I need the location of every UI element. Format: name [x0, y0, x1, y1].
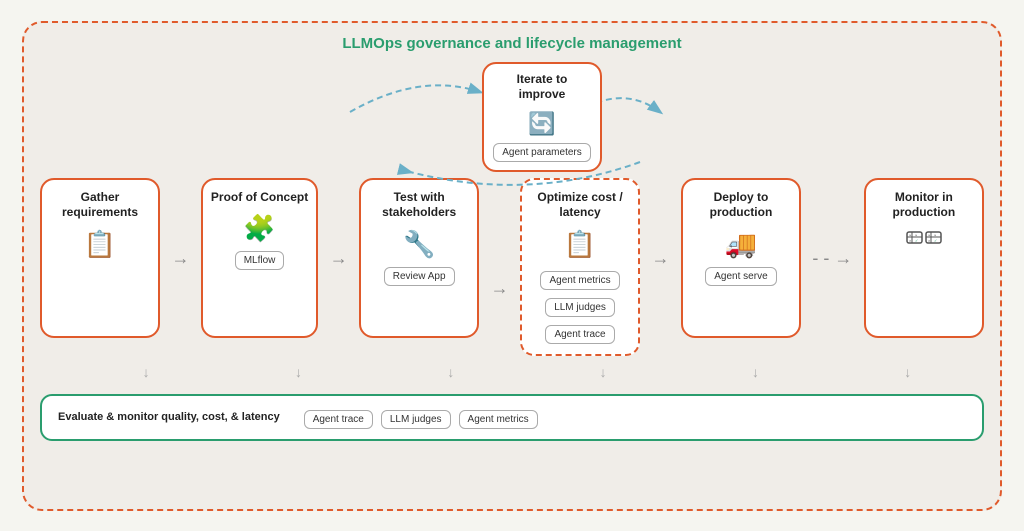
iterate-box: Iterate to improve 🔄 Agent parameters [482, 62, 602, 172]
gather-icon: 📋 [84, 231, 116, 257]
stages-row: Gather requirements 📋 → Proof of Concept… [40, 178, 984, 356]
deploy-tag: Agent serve [705, 267, 776, 286]
down-arrow-2: ↓ [295, 364, 302, 380]
monitor-title: Monitor in production [874, 190, 974, 221]
down-arrow-6: ↓ [904, 364, 911, 380]
agent-params-tag: Agent parameters [493, 143, 591, 162]
down-arrow-3: ↓ [447, 364, 454, 380]
svg-text:✓: ✓ [915, 238, 918, 243]
down-arrow-1: ↓ [143, 364, 150, 380]
down-arrow-4: ↓ [600, 364, 607, 380]
test-icon: 🔧 [403, 231, 435, 257]
bottom-evaluate-bar: Evaluate & monitor quality, cost, & late… [40, 394, 984, 441]
arrow-4: → [652, 248, 670, 269]
deploy-icon: 🚚 [725, 231, 757, 257]
main-container: LLMOps governance and lifecycle manageme… [22, 21, 1002, 511]
stage-test: Test with stakeholders 🔧 Review App [359, 178, 479, 338]
bottom-bar-tags: Agent trace LLM judges Agent metrics [304, 406, 538, 429]
stage-monitor: Monitor in production × × × ✓ × [864, 178, 984, 338]
agent-metrics-tag: Agent metrics [540, 271, 619, 290]
page-title: LLMOps governance and lifecycle manageme… [40, 35, 984, 52]
llm-judges-tag: LLM judges [545, 298, 615, 317]
deploy-title: Deploy to production [691, 190, 791, 221]
bottom-agent-metrics: Agent metrics [459, 410, 538, 429]
stage-optimize: Optimize cost / latency 📋 Agent metrics … [520, 178, 640, 356]
optimize-title: Optimize cost / latency [530, 190, 630, 221]
down-arrow-5: ↓ [752, 364, 759, 380]
monitor-grid-icon: × × × ✓ × × × ✓ [906, 231, 942, 259]
monitor-icon: × × × ✓ × × × ✓ [906, 231, 942, 263]
poc-icon: 🧩 [243, 215, 275, 241]
test-tag: Review App [384, 267, 455, 286]
poc-tag: MLflow [235, 251, 285, 270]
agent-trace-tag: Agent trace [545, 325, 614, 344]
bottom-bar-label: Evaluate & monitor quality, cost, & late… [58, 411, 280, 423]
optimize-icon: 📋 [564, 231, 596, 257]
arrow-2: → [330, 248, 348, 269]
optimize-tags: Agent metrics LLM judges Agent trace [540, 267, 619, 344]
test-title: Test with stakeholders [369, 190, 469, 221]
gather-title: Gather requirements [50, 190, 150, 221]
bottom-llm-judges: LLM judges [381, 410, 451, 429]
bottom-agent-trace: Agent trace [304, 410, 373, 429]
arrow-3: → [491, 278, 509, 299]
stage-deploy: Deploy to production 🚚 Agent serve [681, 178, 801, 338]
stage-poc: Proof of Concept 🧩 MLflow [201, 178, 318, 338]
stage-gather: Gather requirements 📋 [40, 178, 160, 338]
svg-text:✓: ✓ [934, 238, 937, 243]
arrow-1: → [171, 248, 189, 269]
iterate-title: Iterate to improve [496, 72, 588, 103]
poc-title: Proof of Concept [211, 190, 308, 206]
down-arrows-row: ↓ ↓ ↓ ↓ ↓ ↓ [40, 360, 984, 380]
arrow-5: - - → [812, 248, 852, 269]
